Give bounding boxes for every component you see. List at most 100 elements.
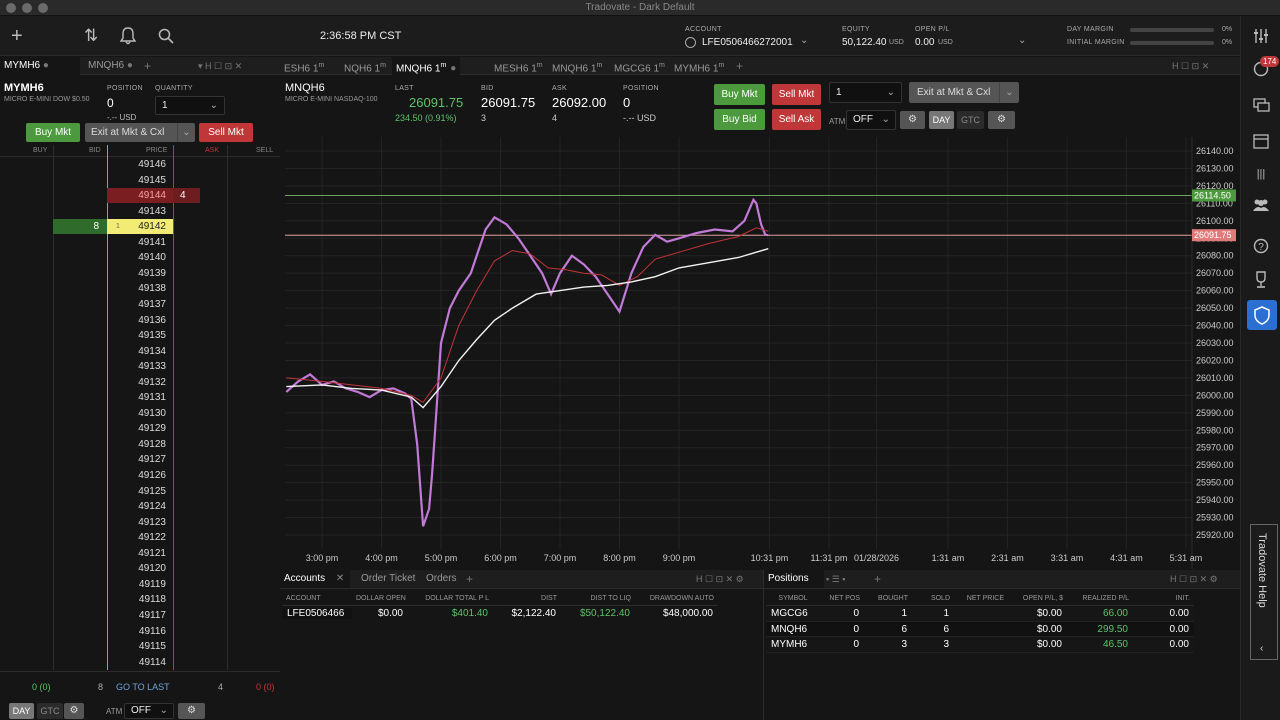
- chart-tab[interactable]: MYMH6 1m: [670, 57, 728, 75]
- list-icon[interactable]: ▪ ☰ ▪: [826, 570, 845, 588]
- tab-mnqh6[interactable]: MNQH6 ●: [84, 57, 137, 75]
- chart-tab[interactable]: MNQH6 1m ●: [392, 57, 461, 75]
- dom-row[interactable]: 49132: [0, 375, 280, 391]
- chart-tab-controls[interactable]: H ☐ ⊡ ✕: [1172, 57, 1209, 75]
- bars-icon[interactable]: |||: [1241, 168, 1280, 180]
- shield-button[interactable]: [1247, 300, 1277, 330]
- tradovate-help-tab[interactable]: Tradovate Help ‹: [1250, 524, 1278, 660]
- sort-arrows-icon[interactable]: ⇅: [84, 26, 98, 46]
- dom-ladder[interactable]: 49146 49145 4 49144 49143 8 1 49142 49141 49140 49…: [0, 145, 280, 671]
- dom-row[interactable]: 49131: [0, 390, 280, 406]
- chart-tif-gtc-button[interactable]: GTC: [957, 111, 984, 129]
- quantity-input[interactable]: 1 ⌄: [155, 96, 225, 115]
- dom-row[interactable]: 49143: [0, 204, 280, 220]
- chart-tab[interactable]: MESH6 1m: [490, 57, 547, 75]
- search-icon[interactable]: [158, 28, 174, 49]
- dom-row[interactable]: 49146: [0, 157, 280, 173]
- dom-row[interactable]: 49116: [0, 624, 280, 640]
- chart-tab[interactable]: MGCG6 1m: [610, 57, 669, 75]
- positions-row[interactable]: MYMH6 0 3 3 $0.00 46.50 0.00: [766, 637, 1194, 653]
- chevron-down-icon[interactable]: ⌄: [800, 35, 808, 46]
- dom-row[interactable]: 49138: [0, 281, 280, 297]
- positions-row[interactable]: MNQH6 0 6 6 $0.00 299.50 0.00: [766, 621, 1194, 637]
- panel-controls[interactable]: H ☐ ⊡ ✕ ⚙: [1170, 570, 1218, 588]
- tif-day-button[interactable]: DAY: [9, 703, 34, 719]
- buy-bid-button[interactable]: Buy Bid: [714, 109, 765, 130]
- dom-row[interactable]: 49137: [0, 297, 280, 313]
- bid-size-cell[interactable]: 8: [53, 219, 107, 235]
- dom-row[interactable]: 49125: [0, 484, 280, 500]
- go-to-last-link[interactable]: GO TO LAST: [116, 682, 170, 692]
- help-circle-icon[interactable]: ?: [1241, 238, 1280, 258]
- atm-select[interactable]: OFF ⌄: [124, 703, 174, 719]
- chart-exit-cxl-button[interactable]: Exit at Mkt & Cxl ⌄: [909, 82, 1019, 103]
- dom-row[interactable]: 49127: [0, 452, 280, 468]
- layers-icon[interactable]: [1241, 134, 1280, 153]
- community-icon[interactable]: [1241, 198, 1280, 216]
- dom-row[interactable]: 4 49144: [0, 188, 280, 204]
- tif-gtc-button[interactable]: GTC: [37, 703, 63, 719]
- chart-tab[interactable]: ESH6 1m: [280, 57, 328, 75]
- dom-row[interactable]: 49139: [0, 266, 280, 282]
- tab-order-ticket[interactable]: Order Ticket: [357, 570, 419, 588]
- price-chart[interactable]: 26140.0026130.0026120.0026110.0026100.00…: [280, 137, 1240, 569]
- account-selector[interactable]: LFE0506466272001: [702, 37, 793, 48]
- chart-atm-select[interactable]: OFF ⌄: [846, 110, 896, 130]
- exit-cxl-button[interactable]: Exit at Mkt & Cxl ⌄: [85, 123, 195, 142]
- positions-row[interactable]: MGCG6 0 1 1 $0.00 66.00 0.00: [766, 606, 1194, 622]
- tab-controls[interactable]: ▾ H ☐ ⊡ ✕: [198, 57, 242, 75]
- dom-row[interactable]: 49126: [0, 468, 280, 484]
- dom-row[interactable]: 49123: [0, 515, 280, 531]
- gear-icon[interactable]: ⚙: [900, 111, 925, 129]
- dom-row[interactable]: 49134: [0, 344, 280, 360]
- close-icon[interactable]: ●: [43, 60, 49, 71]
- chart-tif-day-button[interactable]: DAY: [929, 111, 954, 129]
- add-tab-icon[interactable]: +: [736, 57, 743, 75]
- dom-row[interactable]: 49135: [0, 328, 280, 344]
- dom-row[interactable]: 8 1 49142: [0, 219, 280, 235]
- close-icon[interactable]: ●: [127, 60, 133, 71]
- sell-ask-button[interactable]: Sell Ask: [772, 109, 821, 130]
- chat-icon[interactable]: [1241, 98, 1280, 117]
- dom-row[interactable]: 49124: [0, 499, 280, 515]
- dom-row[interactable]: 49117: [0, 608, 280, 624]
- dom-row[interactable]: 49141: [0, 235, 280, 251]
- tab-orders[interactable]: Orders: [422, 570, 461, 588]
- sell-mkt-button[interactable]: Sell Mkt: [199, 123, 253, 142]
- dom-row[interactable]: 49120: [0, 561, 280, 577]
- tab-accounts[interactable]: Accounts ✕: [280, 570, 350, 588]
- chart-tab[interactable]: MNQH6 1m: [548, 57, 606, 75]
- chart-buy-mkt-button[interactable]: Buy Mkt: [714, 84, 765, 105]
- close-icon[interactable]: ✕: [336, 573, 344, 584]
- trophy-icon[interactable]: [1241, 271, 1280, 293]
- gear-icon[interactable]: ⚙: [178, 703, 205, 719]
- add-tab-icon[interactable]: +: [144, 57, 151, 75]
- dom-row[interactable]: 49121: [0, 546, 280, 562]
- add-tab-icon[interactable]: +: [874, 570, 881, 588]
- bell-icon[interactable]: [119, 27, 137, 50]
- dom-row[interactable]: 49114: [0, 655, 280, 671]
- sliders-icon[interactable]: [1241, 28, 1280, 48]
- chevron-down-icon[interactable]: ⌄: [999, 82, 1019, 103]
- chart-tab[interactable]: NQH6 1m: [340, 57, 390, 75]
- ask-size-cell[interactable]: 4: [173, 188, 200, 204]
- dom-row[interactable]: 49130: [0, 406, 280, 422]
- close-icon[interactable]: ●: [450, 63, 456, 74]
- panel-controls[interactable]: H ☐ ⊡ ✕ ⚙: [696, 570, 744, 588]
- chart-quantity-input[interactable]: 1 ⌄: [829, 82, 902, 103]
- accounts-row[interactable]: LFE0506466 $0.00 $401.40 $2,122.40 $50,122.4…: [282, 606, 718, 622]
- buy-mkt-button[interactable]: Buy Mkt: [26, 123, 80, 142]
- dom-row[interactable]: 49128: [0, 437, 280, 453]
- dom-row[interactable]: 49115: [0, 639, 280, 655]
- tab-positions[interactable]: Positions: [764, 570, 824, 588]
- gear-icon[interactable]: ⚙: [988, 111, 1015, 129]
- dom-row[interactable]: 49145: [0, 173, 280, 189]
- dom-row[interactable]: 49122: [0, 530, 280, 546]
- chart-sell-mkt-button[interactable]: Sell Mkt: [772, 84, 821, 105]
- chevron-down-icon[interactable]: ⌄: [1018, 35, 1026, 46]
- dom-row[interactable]: 49118: [0, 592, 280, 608]
- dom-row[interactable]: 49129: [0, 421, 280, 437]
- plus-icon[interactable]: +: [11, 26, 23, 46]
- dom-row[interactable]: 49136: [0, 313, 280, 329]
- dom-row[interactable]: 49133: [0, 359, 280, 375]
